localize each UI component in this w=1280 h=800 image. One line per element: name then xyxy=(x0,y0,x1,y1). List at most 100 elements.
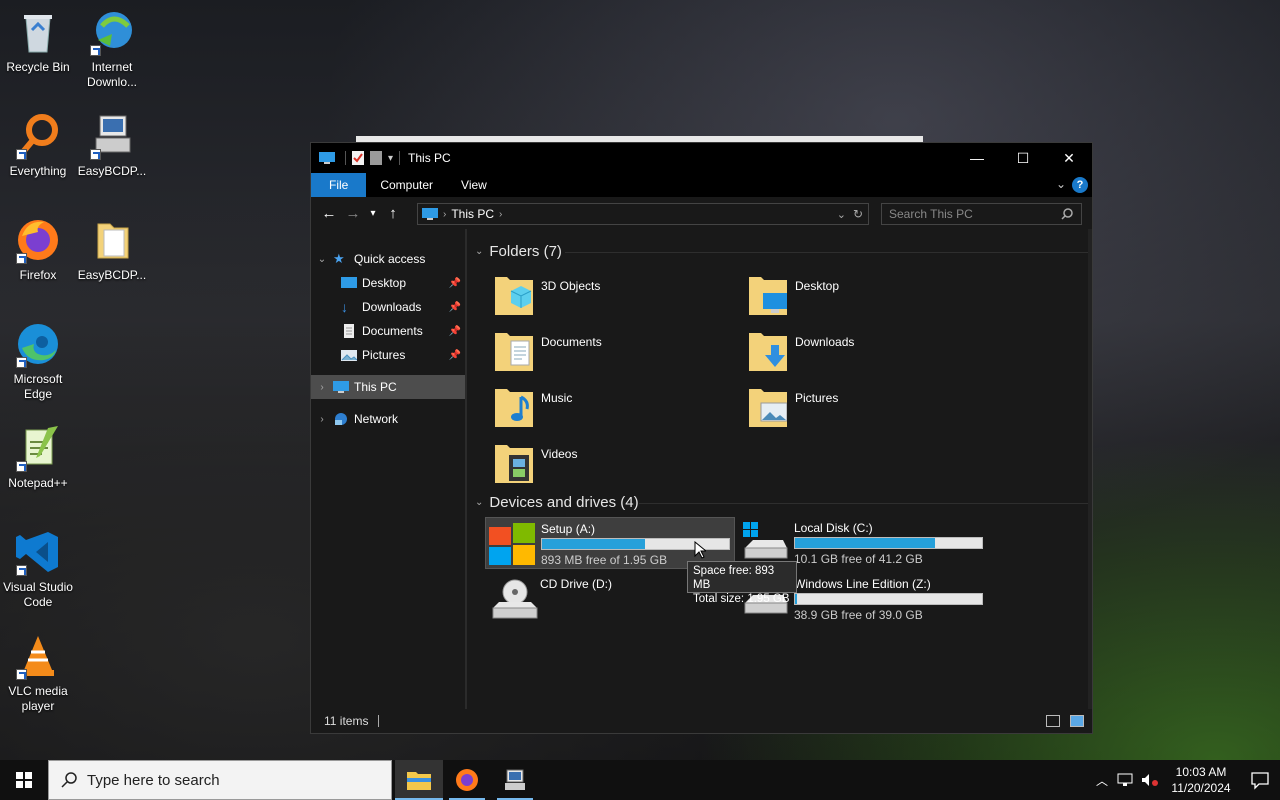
minimize-button[interactable]: — xyxy=(954,143,1000,173)
close-button[interactable]: ✕ xyxy=(1046,143,1092,173)
chevron-down-icon[interactable]: ⌄ xyxy=(311,254,333,265)
address-dropdown-icon[interactable]: ⌄ xyxy=(837,208,846,221)
folder-desktop[interactable]: Desktop xyxy=(749,273,989,323)
sidebar-item-label: Documents xyxy=(362,324,423,338)
tooltip-total-size: Total size: 1.95 GB xyxy=(693,593,790,605)
windows-logo-icon xyxy=(16,772,32,788)
drive-name: Local Disk (C:) xyxy=(794,521,873,535)
desktop-icon-vlc[interactable]: VLC media player xyxy=(0,632,76,714)
desktop-icon-microsoft-edge[interactable]: Microsoft Edge xyxy=(0,320,76,402)
maximize-button[interactable]: ☐ xyxy=(1000,143,1046,173)
sidebar-item-desktop[interactable]: Desktop 📌 xyxy=(311,271,465,295)
divider xyxy=(565,252,1088,253)
folders-group-header[interactable]: ⌄ Folders (7) xyxy=(475,243,562,260)
tab-view[interactable]: View xyxy=(447,173,501,197)
chevron-up-icon[interactable]: ︿ xyxy=(1090,772,1114,789)
chevron-down-icon[interactable]: ⌄ xyxy=(475,246,483,257)
folder-music[interactable]: Music xyxy=(495,385,735,435)
drive-name: Windows Line Edition (Z:) xyxy=(794,577,931,591)
system-tray: ︿ 10:03 AM 11/20/2024 xyxy=(1090,760,1280,800)
drive-usage-bar xyxy=(794,593,983,605)
desktop-icon-label: VLC media player xyxy=(8,684,68,713)
search-input[interactable]: Search This PC xyxy=(889,207,973,221)
desktop-icon-recycle-bin[interactable]: Recycle Bin xyxy=(0,8,76,75)
shortcut-arrow-icon xyxy=(16,565,27,576)
taskbar-file-explorer-button[interactable] xyxy=(395,760,443,800)
desktop-icon-notepadpp[interactable]: Notepad++ xyxy=(0,424,76,491)
desktop-icon-internet-download-manager[interactable]: Internet Downlo... xyxy=(74,8,150,90)
pin-icon: 📌 xyxy=(448,325,461,337)
taskbar-search-box[interactable]: Type here to search xyxy=(48,760,392,800)
drives-group-header[interactable]: ⌄ Devices and drives (4) xyxy=(475,494,639,511)
folder-pictures[interactable]: Pictures xyxy=(749,385,989,435)
scrollbar[interactable] xyxy=(1088,229,1092,709)
chevron-right-icon[interactable]: › xyxy=(311,382,333,393)
large-icons-view-icon[interactable] xyxy=(1070,715,1084,727)
details-view-icon[interactable] xyxy=(1046,715,1060,727)
title-bar[interactable]: ▾ This PC — ☐ ✕ xyxy=(311,143,1092,173)
folder-downloads[interactable]: Downloads xyxy=(749,329,989,379)
folder-name: Documents xyxy=(541,335,602,349)
easybcd-icon xyxy=(88,112,136,160)
chevron-down-icon[interactable]: ⌄ xyxy=(475,497,483,508)
folder-videos[interactable]: Videos xyxy=(495,441,735,491)
notifications-icon[interactable] xyxy=(1240,770,1280,790)
search-box[interactable]: Search This PC xyxy=(881,203,1082,225)
forward-button[interactable]: → xyxy=(341,205,365,222)
start-button[interactable] xyxy=(0,760,48,800)
recent-locations-button[interactable]: ▾ xyxy=(365,208,381,219)
taskbar-search-input[interactable]: Type here to search xyxy=(87,772,220,789)
address-bar[interactable]: › This PC › ⌄ ↻ xyxy=(417,203,869,225)
address-toolbar: ← → ▾ ↑ › This PC › ⌄ ↻ Search This PC xyxy=(311,197,1092,229)
cd-drive-icon xyxy=(492,579,538,619)
sidebar-item-quick-access[interactable]: ⌄ ★ Quick access xyxy=(311,247,465,271)
desktop-icon-vscode[interactable]: Visual Studio Code xyxy=(0,528,76,610)
tab-file[interactable]: File xyxy=(311,173,367,197)
folder-documents[interactable]: Documents xyxy=(495,329,735,379)
help-icon[interactable]: ? xyxy=(1072,177,1088,193)
new-folder-icon[interactable] xyxy=(370,151,382,165)
tooltip-space-free: Space free: 893 MB xyxy=(693,565,775,591)
desktop-icon-label: Internet Downlo... xyxy=(86,60,138,89)
desktop-icon-easybcd[interactable]: EasyBCDP... xyxy=(74,112,150,179)
chevron-right-icon[interactable]: › xyxy=(311,414,333,425)
properties-icon[interactable] xyxy=(352,151,364,165)
breadcrumb-separator-icon[interactable]: › xyxy=(499,209,502,220)
up-button[interactable]: ↑ xyxy=(381,205,405,222)
taskbar-firefox-button[interactable] xyxy=(443,760,491,800)
back-button[interactable]: ← xyxy=(317,205,341,222)
desktop-icon-everything[interactable]: Everything xyxy=(0,112,76,179)
sidebar-item-documents[interactable]: Documents 📌 xyxy=(311,319,465,343)
desktop-icon-easybcd-folder[interactable]: EasyBCDP... xyxy=(74,216,150,283)
navigation-pane: ⌄ ★ Quick access Desktop 📌 ↓ Downloads 📌… xyxy=(311,229,467,709)
tab-computer[interactable]: Computer xyxy=(366,173,447,197)
folder-3d-objects[interactable]: 3D Objects xyxy=(495,273,735,323)
sidebar-item-label: Pictures xyxy=(362,348,406,362)
recycle-bin-icon xyxy=(14,8,62,56)
folder-name: Downloads xyxy=(795,335,855,349)
explorer-body: ⌄ ★ Quick access Desktop 📌 ↓ Downloads 📌… xyxy=(311,229,1092,709)
network-status-icon[interactable] xyxy=(1114,772,1138,788)
sidebar-item-pictures[interactable]: Pictures 📌 xyxy=(311,343,465,367)
group-header-label: Devices and drives (4) xyxy=(489,494,639,511)
desktop-icon-firefox[interactable]: Firefox xyxy=(0,216,76,283)
sidebar-item-downloads[interactable]: ↓ Downloads 📌 xyxy=(311,295,465,319)
taskbar-easybcd-button[interactable] xyxy=(491,760,539,800)
expand-ribbon-icon[interactable]: ⌄ xyxy=(1056,177,1066,191)
refresh-icon[interactable]: ↻ xyxy=(853,207,863,221)
clock[interactable]: 10:03 AM 11/20/2024 xyxy=(1162,764,1240,796)
sidebar-item-this-pc[interactable]: › This PC xyxy=(311,375,465,399)
breadcrumb-separator-icon[interactable]: › xyxy=(443,209,446,220)
volume-muted-icon[interactable] xyxy=(1138,772,1162,788)
vlc-icon xyxy=(14,632,62,680)
notepadpp-icon xyxy=(14,424,62,472)
folder-icon xyxy=(749,333,787,371)
customize-toolbar-icon[interactable]: ▾ xyxy=(388,153,393,164)
breadcrumb-this-pc[interactable]: This PC xyxy=(451,207,494,221)
sidebar-item-label: Quick access xyxy=(354,252,426,266)
firefox-icon xyxy=(456,769,478,791)
sidebar-item-network[interactable]: › Network xyxy=(311,407,465,431)
status-bar: 11 items xyxy=(311,709,1092,733)
content-pane: ⌄ Folders (7) 3D Objects Desktop Documen… xyxy=(467,229,1092,709)
drive-usage-fill xyxy=(542,539,645,549)
